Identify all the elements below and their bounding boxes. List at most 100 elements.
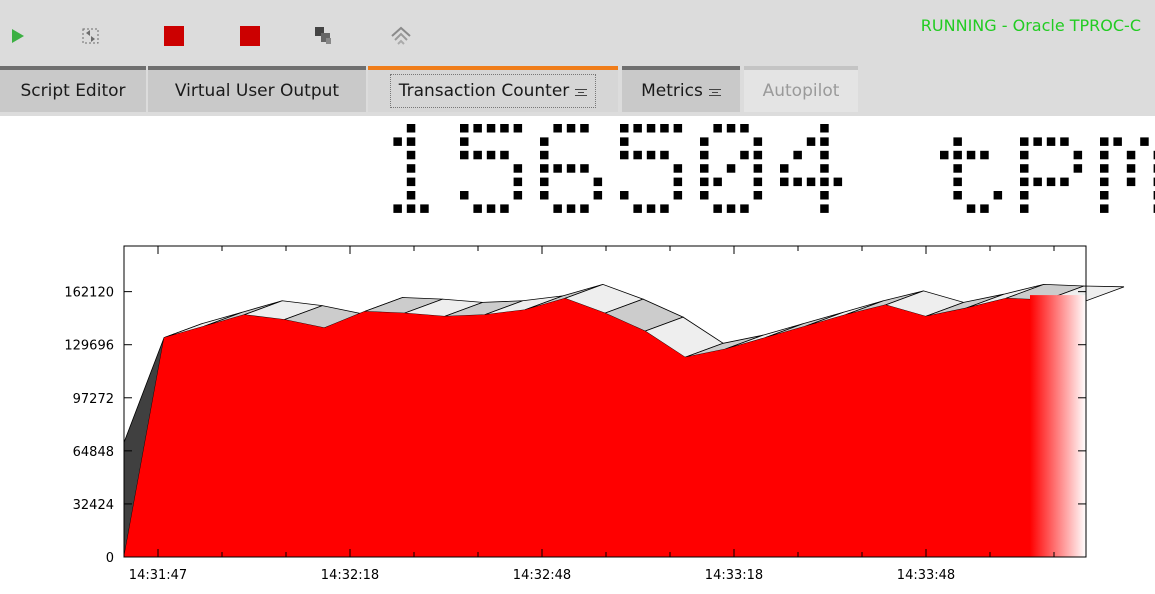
counter-char (540, 124, 603, 213)
counter-dot (820, 177, 829, 187)
tab-metrics[interactable]: Metrics (622, 66, 740, 112)
x-tick-label: 14:32:18 (321, 568, 379, 583)
counter-dot (673, 191, 683, 200)
y-tick-label: 129696 (64, 339, 114, 354)
counter-dot (713, 204, 722, 213)
counter-dot (980, 150, 989, 160)
counter-dot (753, 164, 763, 173)
counter-dot (566, 124, 576, 133)
counter-dot (460, 191, 469, 200)
counter-dot (1100, 204, 1109, 213)
counter-dot (740, 150, 749, 160)
counter-dot (673, 177, 683, 187)
counter-dot (540, 191, 549, 200)
hammerdb-window: RUNNING - Oracle TPROC-C Script Editor V… (0, 0, 1155, 594)
counter-dot (420, 204, 429, 213)
counter-dot (1100, 191, 1109, 200)
counter-dot (1033, 137, 1042, 146)
counter-dot (486, 124, 496, 133)
run-button[interactable] (2, 20, 34, 52)
counter-dot (500, 204, 509, 213)
counter-dot (740, 124, 749, 133)
counter-dot (820, 204, 829, 213)
counter-dot (820, 124, 829, 133)
counter-dot (1100, 150, 1109, 160)
counter-char (460, 124, 523, 213)
counter-dot (580, 124, 589, 133)
tab-label: Virtual User Output (174, 81, 340, 101)
counter-dot (1113, 137, 1122, 146)
counter-dot (1073, 150, 1083, 160)
autopilot-button[interactable] (385, 20, 417, 52)
counter-dot (473, 204, 482, 213)
counter-dot (580, 204, 589, 213)
counter-dot (660, 150, 669, 160)
area-series (124, 298, 1086, 557)
counter-dot (393, 204, 402, 213)
tab-autopilot: Autopilot (744, 66, 858, 112)
counter-dot (620, 137, 629, 146)
stop-icon (164, 26, 184, 46)
counter-dot (566, 164, 576, 173)
counter-dot (633, 124, 642, 133)
counter-dot (406, 150, 416, 160)
y-tick-label: 64848 (73, 445, 114, 460)
counter-dot (713, 124, 722, 133)
counter-dot (646, 124, 656, 133)
counter-char (780, 124, 843, 213)
counter-dot (486, 150, 496, 160)
counter-dot (806, 177, 816, 187)
counter-dot (540, 150, 549, 160)
tab-script-editor[interactable]: Script Editor (0, 66, 146, 112)
tab-transaction-counter[interactable]: Transaction Counter (368, 66, 618, 112)
counter-dot (553, 164, 562, 173)
stop-icon (240, 26, 260, 46)
counter-dot (513, 191, 523, 200)
refresh-button[interactable] (75, 20, 107, 52)
counter-dot (620, 124, 629, 133)
tab-bar: Script Editor Virtual User Output Transa… (0, 66, 1155, 116)
tab-virtual-user-output[interactable]: Virtual User Output (148, 66, 366, 112)
transaction-counter-panel: 0 32424 64848 97272 129696 162120 14:31:47 14:3… (0, 116, 1155, 594)
counter-dot (646, 204, 656, 213)
counter-dot (726, 164, 736, 173)
counter-dot (726, 204, 736, 213)
stop-vusers-button[interactable] (234, 20, 266, 52)
counter-dot (1020, 204, 1029, 213)
counter-dot (486, 204, 496, 213)
toolbar: RUNNING - Oracle TPROC-C (0, 0, 1155, 66)
counter-dot (953, 164, 962, 173)
counter-dot (553, 124, 562, 133)
x-tick-label: 14:33:18 (705, 568, 763, 583)
counter-dot (806, 137, 816, 146)
counter-dot (780, 177, 789, 187)
counter-dot (753, 177, 763, 187)
x-tick-label: 14:32:48 (513, 568, 571, 583)
counter-dot (500, 124, 509, 133)
counter-dot (1126, 164, 1136, 173)
stop-button[interactable] (158, 20, 190, 52)
y-tick-label: 0 (106, 551, 114, 566)
counter-dot (660, 124, 669, 133)
area-fade (1030, 295, 1086, 557)
x-tick-label: 14:33:48 (897, 568, 955, 583)
counter-dot (406, 204, 416, 213)
counter-dot (700, 137, 709, 146)
counter-dot (1020, 191, 1029, 200)
counter-dot (700, 177, 709, 187)
counter-dot (1060, 177, 1069, 187)
run-icon (12, 29, 24, 43)
counter-dot (406, 191, 416, 200)
counter-dot (1033, 177, 1042, 187)
counter-dot (673, 124, 683, 133)
counter-dot (700, 164, 709, 173)
counter-dot (673, 164, 683, 173)
counter-dot (660, 204, 669, 213)
layers-button[interactable] (309, 20, 341, 52)
counter-dot (726, 124, 736, 133)
counter-char (940, 137, 1003, 213)
counter-dot (1073, 164, 1083, 173)
counter-dot (820, 150, 829, 160)
counter-dot (966, 204, 976, 213)
counter-dot (460, 124, 469, 133)
